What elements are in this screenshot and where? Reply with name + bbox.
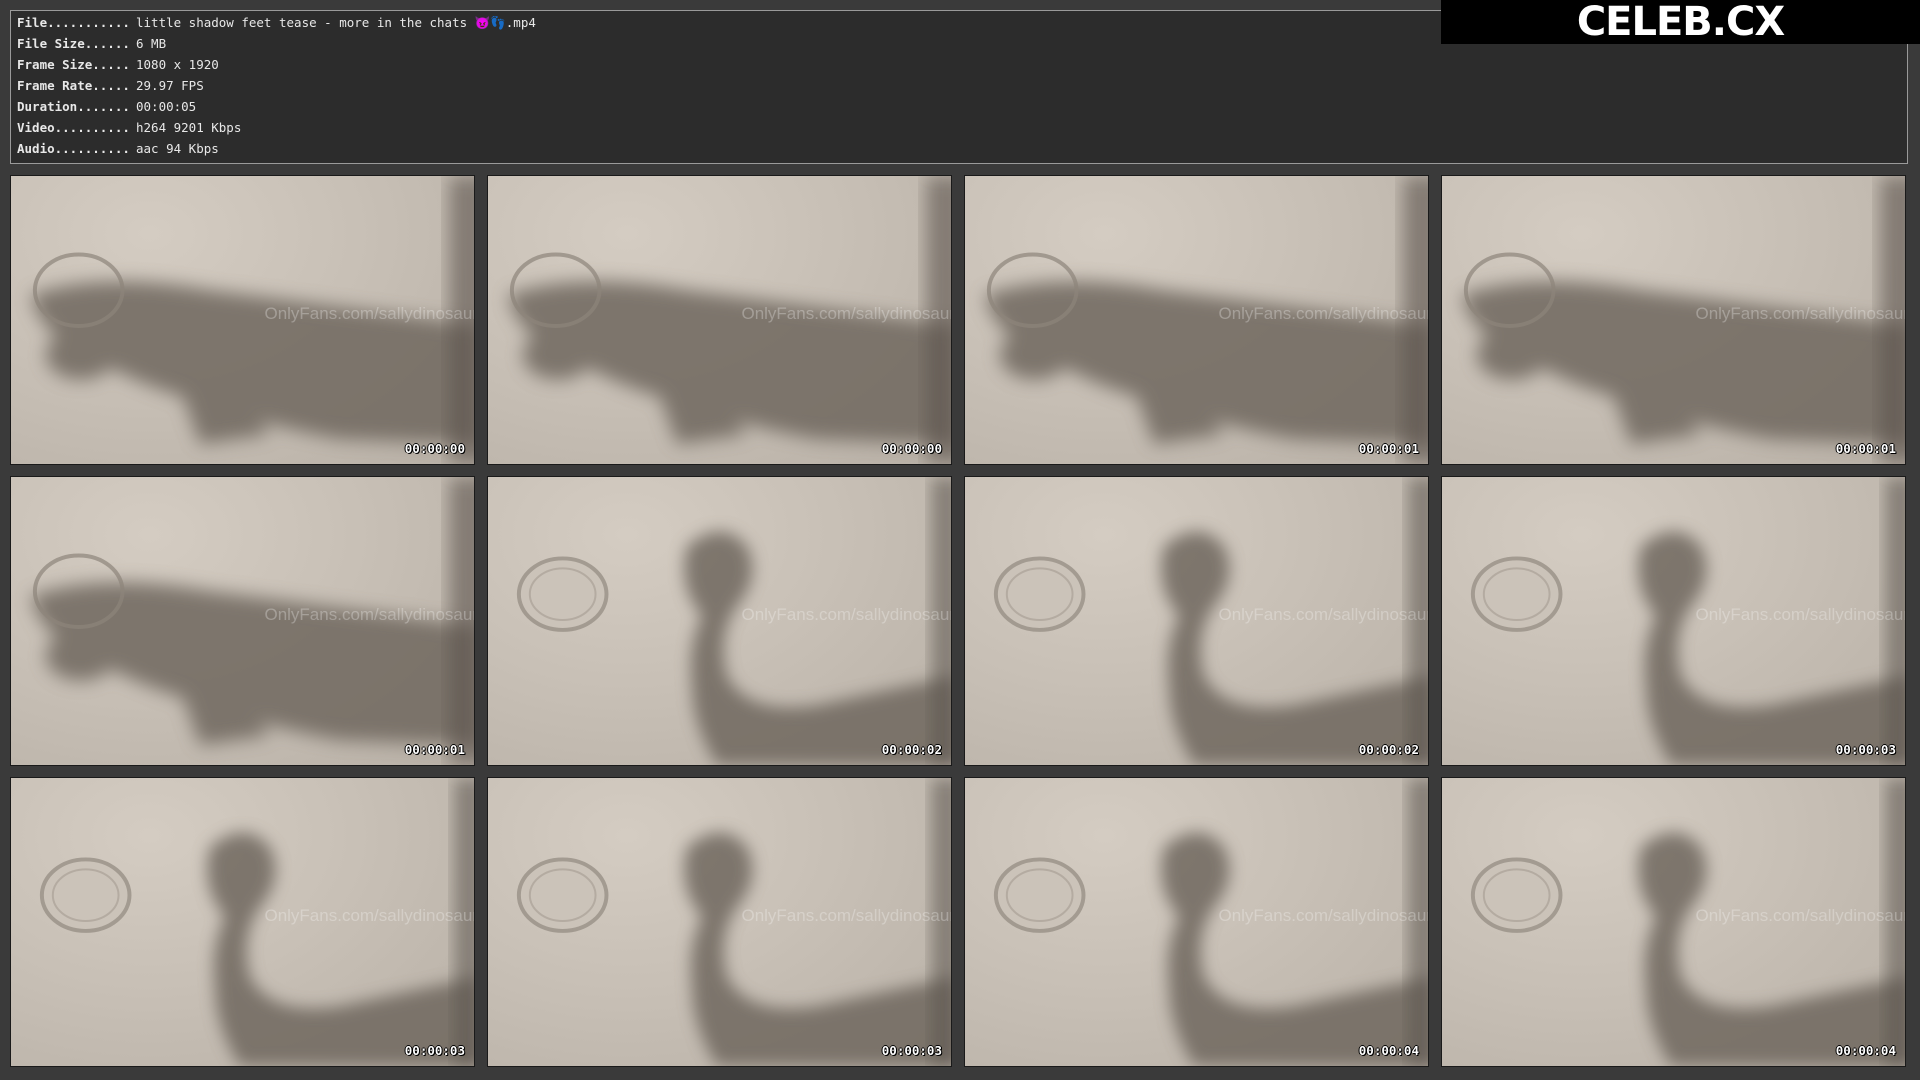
info-duration-row: Duration....... 00:00:05 [17,97,196,117]
info-frame-size-row: Frame Size..... 1080 x 1920 [17,55,219,75]
watermark-text: OnlyFans.com/sallydinosaur [741,605,952,624]
video-thumbnail[interactable]: OnlyFans.com/sallydinosaur 00:00:00 [487,175,952,465]
video-thumbnail[interactable]: OnlyFans.com/sallydinosaur 00:00:04 [1441,777,1906,1067]
watermark-text: OnlyFans.com/sallydinosaur [264,906,475,925]
thumbnail-timestamp: 00:00:03 [1835,742,1896,757]
watermark-text: OnlyFans.com/sallydinosaur [1218,906,1429,925]
info-video-label: Video.......... [17,120,130,135]
video-thumbnail[interactable]: OnlyFans.com/sallydinosaur 00:00:00 [10,175,475,465]
video-thumbnail[interactable]: OnlyFans.com/sallydinosaur 00:00:03 [10,777,475,1067]
video-thumbnail[interactable]: OnlyFans.com/sallydinosaur 00:00:02 [964,476,1429,766]
watermark-text: OnlyFans.com/sallydinosaur [741,304,952,323]
watermark-text: OnlyFans.com/sallydinosaur [1218,605,1429,624]
site-logo: CELEB.CX [1441,0,1920,44]
thumbnail-timestamp: 00:00:01 [404,742,465,757]
thumbnail-timestamp: 00:00:00 [881,441,942,456]
video-thumbnail[interactable]: OnlyFans.com/sallydinosaur 00:00:03 [1441,476,1906,766]
info-size-label: File Size...... [17,36,130,51]
video-thumbnail[interactable]: OnlyFans.com/sallydinosaur 00:00:02 [487,476,952,766]
thumbnail-timestamp: 00:00:01 [1358,441,1419,456]
watermark-text: OnlyFans.com/sallydinosaur [741,906,952,925]
info-video-row: Video.......... h264 9201 Kbps [17,118,241,138]
info-file-label: File........... [17,15,130,30]
thumbnail-timestamp: 00:00:03 [881,1043,942,1058]
info-audio-row: Audio.......... aac 94 Kbps [17,139,219,159]
video-thumbnail[interactable]: OnlyFans.com/sallydinosaur 00:00:01 [964,175,1429,465]
info-size-row: File Size...... 6 MB [17,34,166,54]
video-thumbnail[interactable]: OnlyFans.com/sallydinosaur 00:00:03 [487,777,952,1067]
watermark-text: OnlyFans.com/sallydinosaur [1218,304,1429,323]
thumbnail-timestamp: 00:00:01 [1835,441,1896,456]
info-size-value: 6 MB [136,36,167,51]
watermark-text: OnlyFans.com/sallydinosaur [264,304,475,323]
video-thumbnail[interactable]: OnlyFans.com/sallydinosaur 00:00:04 [964,777,1429,1067]
info-frame-rate-label: Frame Rate..... [17,78,130,93]
watermark-text: OnlyFans.com/sallydinosaur [1695,605,1906,624]
info-frame-size-value: 1080 x 1920 [136,57,219,72]
info-file-value: little shadow feet tease - more in the c… [136,15,536,30]
info-duration-label: Duration....... [17,99,130,114]
info-frame-rate-value: 29.97 FPS [136,78,204,93]
video-thumbnail[interactable]: OnlyFans.com/sallydinosaur 00:00:01 [1441,175,1906,465]
thumbnail-timestamp: 00:00:00 [404,441,465,456]
info-audio-value: aac 94 Kbps [136,141,219,156]
info-frame-size-label: Frame Size..... [17,57,130,72]
info-frame-rate-row: Frame Rate..... 29.97 FPS [17,76,204,96]
watermark-text: OnlyFans.com/sallydinosaur [264,605,475,624]
info-video-value: h264 9201 Kbps [136,120,242,135]
info-file-row: File........... little shadow feet tease … [17,13,536,33]
video-thumbnail[interactable]: OnlyFans.com/sallydinosaur 00:00:01 [10,476,475,766]
thumbnail-timestamp: 00:00:02 [881,742,942,757]
info-audio-label: Audio.......... [17,141,130,156]
info-duration-value: 00:00:05 [136,99,197,114]
watermark-text: OnlyFans.com/sallydinosaur [1695,906,1906,925]
watermark-text: OnlyFans.com/sallydinosaur [1695,304,1906,323]
thumbnail-timestamp: 00:00:03 [404,1043,465,1058]
thumbnail-timestamp: 00:00:04 [1358,1043,1419,1058]
thumbnail-timestamp: 00:00:02 [1358,742,1419,757]
thumbnail-timestamp: 00:00:04 [1835,1043,1896,1058]
